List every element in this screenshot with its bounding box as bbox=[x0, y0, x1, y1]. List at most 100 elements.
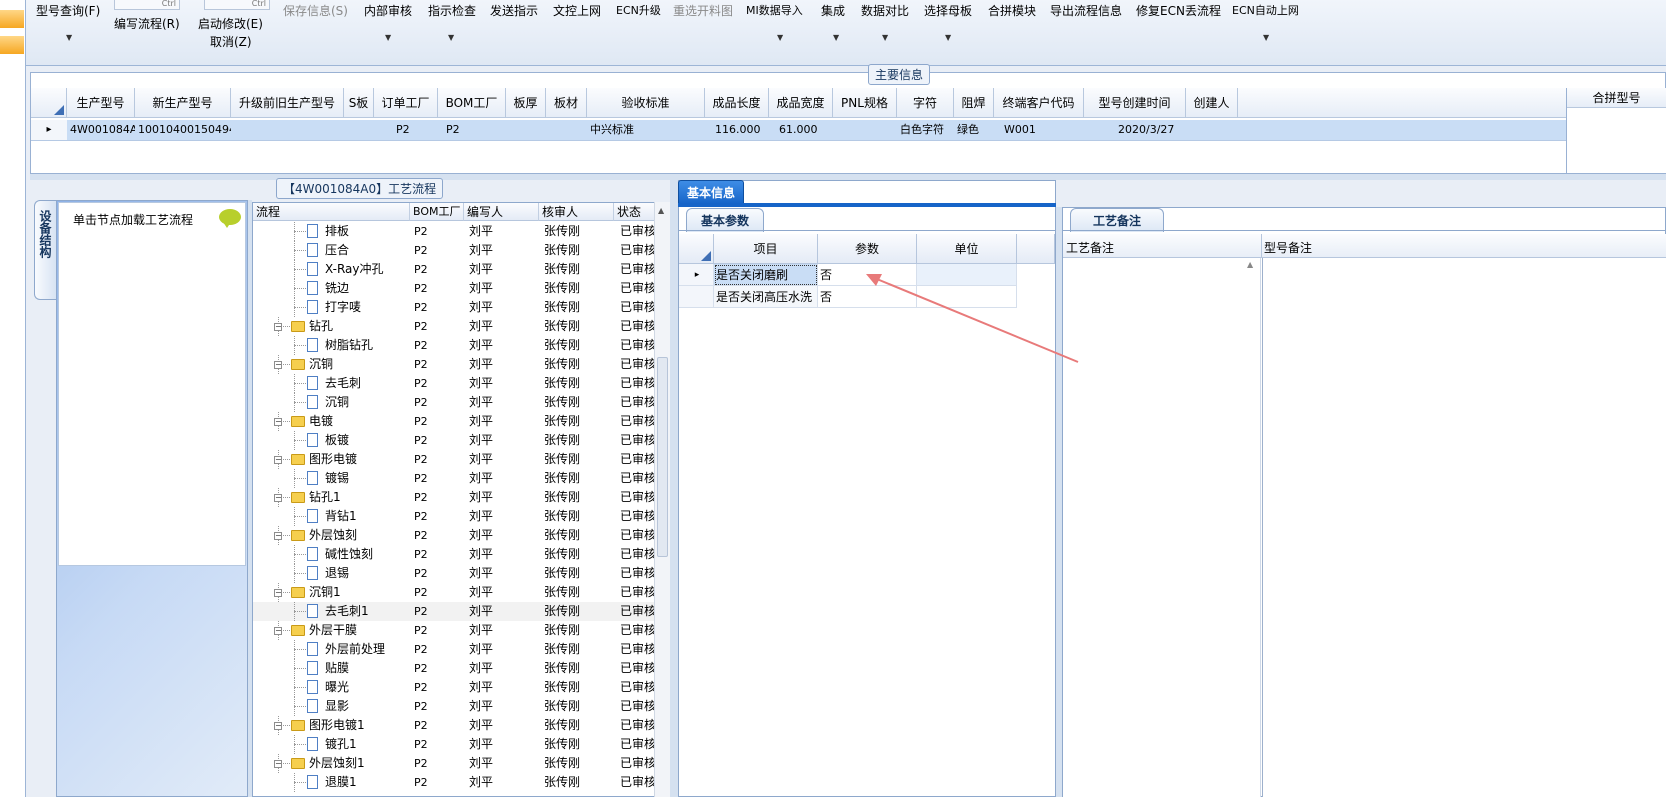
collapse-toggle-icon[interactable]: − bbox=[274, 532, 282, 540]
tab-basic-params[interactable]: 基本参数 bbox=[686, 208, 765, 232]
tree-row[interactable]: − 沉铜 P2 刘平 张传刚 已审核 bbox=[253, 355, 655, 374]
tree-row[interactable]: − 电镀 P2 刘平 张传刚 已审核 bbox=[253, 412, 655, 431]
chevron-down-icon[interactable]: ▼ bbox=[882, 33, 888, 42]
tree-row[interactable]: 贴膜 P2 刘平 张传刚 已审核 bbox=[253, 659, 655, 678]
cell-length[interactable]: 116.000 bbox=[705, 120, 769, 140]
cell-width[interactable]: 61.000 bbox=[769, 120, 833, 140]
col-header[interactable]: 字符 bbox=[897, 88, 954, 118]
nav-marker-1[interactable] bbox=[0, 10, 24, 28]
cell-customer-code[interactable]: W001 bbox=[994, 120, 1084, 140]
start-modify-button[interactable]: 启动修改(E) bbox=[198, 15, 263, 32]
process-notes-text[interactable]: ▲ bbox=[1063, 258, 1261, 797]
tree-row[interactable]: − 外层蚀刻 P2 刘平 张传刚 已审核 bbox=[253, 526, 655, 545]
vertical-splitter-center[interactable] bbox=[670, 180, 678, 797]
tree-row[interactable]: − 沉铜1 P2 刘平 张传刚 已审核 bbox=[253, 583, 655, 602]
data-compare-button[interactable]: 数据对比 bbox=[861, 2, 909, 19]
device-structure-tree[interactable]: 单击节点加载工艺流程 bbox=[58, 202, 246, 566]
col-header[interactable]: 成品宽度 bbox=[769, 88, 833, 118]
tree-col-status[interactable]: 状态 bbox=[614, 203, 655, 221]
tree-row[interactable]: 退膜1 P2 刘平 张传刚 已审核 bbox=[253, 773, 655, 792]
collapse-toggle-icon[interactable]: − bbox=[274, 418, 282, 426]
tree-row[interactable]: 镀孔1 P2 刘平 张传刚 已审核 bbox=[253, 735, 655, 754]
tree-col-bom[interactable]: BOM工厂 bbox=[410, 203, 464, 221]
cell-create-time[interactable]: 2020/3/27 bbox=[1084, 120, 1186, 140]
model-query-button[interactable]: 型号查询(F) bbox=[36, 2, 100, 19]
col-header[interactable]: BOM工厂 bbox=[438, 88, 506, 118]
tree-row[interactable]: 碱性蚀刻 P2 刘平 张传刚 已审核 bbox=[253, 545, 655, 564]
param-item-cell[interactable]: 是否关闭高压水洗 bbox=[714, 286, 818, 308]
col-header[interactable]: 板材 bbox=[546, 88, 587, 118]
chevron-down-icon[interactable]: ▼ bbox=[1263, 33, 1269, 42]
chevron-down-icon[interactable]: ▼ bbox=[385, 33, 391, 42]
cell-new-model[interactable]: 10010400150494 bbox=[135, 120, 231, 140]
col-header[interactable]: 创建人 bbox=[1186, 88, 1238, 118]
cell-solder-mask[interactable]: 绿色 bbox=[954, 120, 994, 140]
scroll-thumb[interactable] bbox=[657, 357, 668, 557]
collapse-toggle-icon[interactable]: − bbox=[274, 760, 282, 768]
chevron-down-icon[interactable]: ▼ bbox=[945, 33, 951, 42]
cell-model[interactable]: 4W001084A0 bbox=[67, 120, 135, 140]
tree-col-process[interactable]: 流程 bbox=[253, 203, 410, 221]
col-header[interactable]: S板 bbox=[344, 88, 374, 118]
instruction-check-button[interactable]: 指示检查 bbox=[428, 2, 476, 19]
col-item[interactable]: 项目 bbox=[714, 234, 818, 264]
cell-s-board[interactable] bbox=[344, 120, 374, 140]
tree-row[interactable]: 压合 P2 刘平 张传刚 已审核 bbox=[253, 241, 655, 260]
col-header[interactable]: 升级前旧生产型号 bbox=[231, 88, 344, 118]
chevron-down-icon[interactable]: ▼ bbox=[448, 33, 454, 42]
tree-row[interactable]: 排板 P2 刘平 张传刚 已审核 bbox=[253, 222, 655, 241]
reselect-cutting-chart-button[interactable]: 重选开料图 bbox=[673, 2, 733, 19]
scroll-up-icon[interactable]: ▲ bbox=[1247, 260, 1253, 269]
tree-col-reviewer[interactable]: 核审人 bbox=[539, 203, 614, 221]
collapse-toggle-icon[interactable]: − bbox=[274, 323, 282, 331]
cell-order-factory[interactable]: P2 bbox=[374, 120, 438, 140]
ecn-upgrade-button[interactable]: ECN升级 bbox=[616, 2, 661, 18]
col-unit[interactable]: 单位 bbox=[917, 234, 1017, 264]
tree-row[interactable]: 显影 P2 刘平 张传刚 已审核 bbox=[253, 697, 655, 716]
col-header[interactable]: 验收标准 bbox=[587, 88, 705, 118]
tree-row[interactable]: − 钻孔1 P2 刘平 张传刚 已审核 bbox=[253, 488, 655, 507]
scroll-up-icon[interactable]: ▲ bbox=[658, 206, 664, 215]
col-header[interactable]: 订单工厂 bbox=[374, 88, 438, 118]
collapse-toggle-icon[interactable]: − bbox=[274, 589, 282, 597]
col-header[interactable]: 新生产型号 bbox=[135, 88, 231, 118]
process-tree-grid[interactable]: 流程 BOM工厂 编写人 核审人 状态 排板 P2 刘平 张传刚 已审核 压合 P2 刘平 张传… bbox=[252, 202, 670, 797]
tree-row[interactable]: − 钻孔 P2 刘平 张传刚 已审核 bbox=[253, 317, 655, 336]
cell-old-model[interactable] bbox=[231, 120, 344, 140]
tab-basic-info[interactable]: 基本信息 bbox=[678, 180, 745, 205]
tree-row[interactable]: 去毛刺1 P2 刘平 张传刚 已审核 bbox=[253, 602, 655, 621]
tree-row[interactable]: 镀锡 P2 刘平 张传刚 已审核 bbox=[253, 469, 655, 488]
cancel-button[interactable]: 取消(Z) bbox=[210, 33, 252, 50]
select-mother-board-button[interactable]: 选择母板 bbox=[924, 2, 972, 19]
collapse-toggle-icon[interactable]: − bbox=[274, 494, 282, 502]
tree-vertical-scrollbar[interactable]: ▲ bbox=[654, 202, 670, 797]
collapse-toggle-icon[interactable]: − bbox=[274, 722, 282, 730]
tree-row[interactable]: − 图形电镀 P2 刘平 张传刚 已审核 bbox=[253, 450, 655, 469]
model-notes-text[interactable] bbox=[1262, 258, 1666, 797]
col-header[interactable]: PNL规格 bbox=[833, 88, 897, 118]
merge-module-button[interactable]: 合拼模块 bbox=[988, 2, 1036, 19]
col-header[interactable]: 生产型号 bbox=[67, 88, 135, 118]
collapse-toggle-icon[interactable]: − bbox=[274, 456, 282, 464]
internal-review-button[interactable]: 内部审核 bbox=[364, 2, 412, 19]
mi-data-import-button[interactable]: MI数据导入 bbox=[746, 2, 803, 18]
tree-row[interactable]: X-Ray冲孔 P2 刘平 张传刚 已审核 bbox=[253, 260, 655, 279]
nav-marker-2[interactable] bbox=[0, 36, 24, 54]
cell-creator[interactable] bbox=[1186, 120, 1238, 140]
col-model-notes[interactable]: 型号备注 bbox=[1264, 239, 1312, 256]
cell-pnl-spec[interactable] bbox=[833, 120, 897, 140]
cell-acceptance-standard[interactable]: 中兴标准 bbox=[587, 120, 705, 140]
tree-row[interactable]: 树脂钻孔 P2 刘平 张传刚 已审核 bbox=[253, 336, 655, 355]
col-param[interactable]: 参数 bbox=[818, 234, 917, 264]
main-info-data-row[interactable]: ▸ 4W001084A0 10010400150494 P2 P2 中兴标准 1… bbox=[31, 120, 1566, 141]
tree-row[interactable]: 板镀 P2 刘平 张传刚 已审核 bbox=[253, 431, 655, 450]
col-header[interactable]: 阻焊 bbox=[954, 88, 994, 118]
chevron-down-icon[interactable]: ▼ bbox=[833, 33, 839, 42]
cell-thickness[interactable] bbox=[506, 120, 546, 140]
cell-material[interactable] bbox=[546, 120, 587, 140]
merge-model-header[interactable]: 合拼型号 bbox=[1567, 88, 1666, 108]
save-info-button[interactable]: 保存信息(S) bbox=[283, 2, 348, 19]
tree-row[interactable]: 沉铜 P2 刘平 张传刚 已审核 bbox=[253, 393, 655, 412]
tree-row[interactable]: 铣边 P2 刘平 张传刚 已审核 bbox=[253, 279, 655, 298]
integrate-button[interactable]: 集成 bbox=[821, 2, 845, 19]
